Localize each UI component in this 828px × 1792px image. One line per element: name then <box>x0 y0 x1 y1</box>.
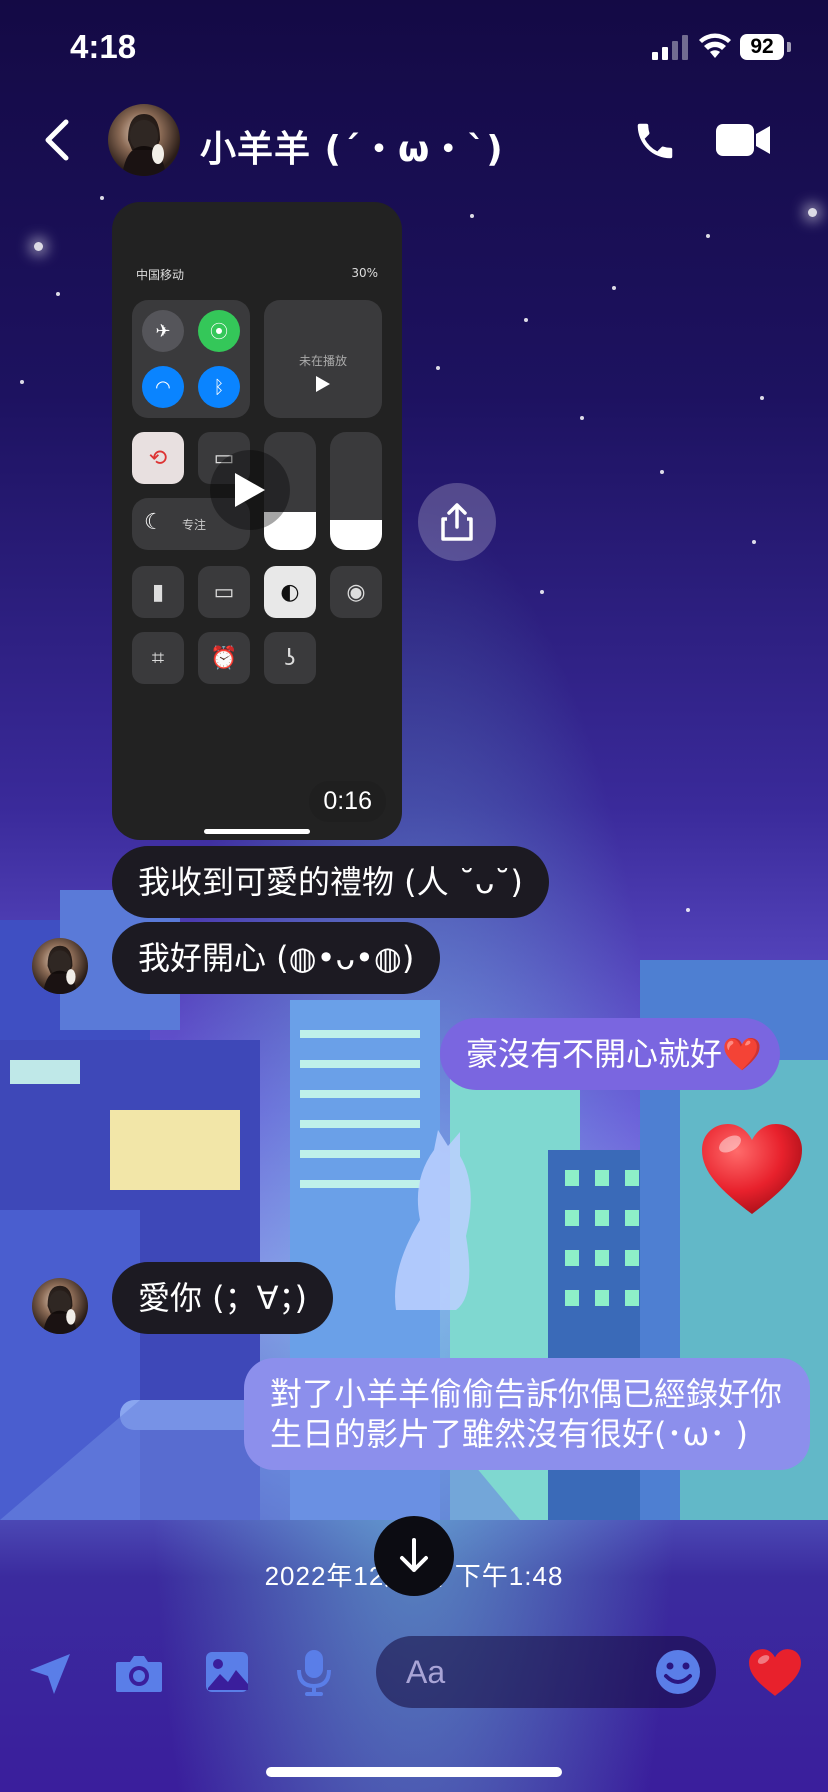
contact-avatar[interactable] <box>108 104 180 176</box>
status-time: 4:18 <box>70 28 137 65</box>
battery-tip <box>787 42 791 52</box>
back-arrow-icon[interactable] <box>42 118 72 162</box>
microphone-icon[interactable] <box>296 1648 332 1698</box>
video-duration: 0:16 <box>309 781 386 822</box>
rotation-lock-icon: ⟲ <box>132 432 184 484</box>
contact-name[interactable]: 小羊羊 (´・ω・`) <box>200 120 504 172</box>
screen-record-icon: ◉ <box>330 566 382 618</box>
gallery-image-icon[interactable] <box>204 1650 250 1694</box>
message-bubble-incoming[interactable]: 我收到可愛的禮物 (人 ˘ᴗ˘) <box>112 846 549 918</box>
avatar-photo-icon <box>122 114 166 176</box>
video-play-button[interactable] <box>210 450 290 530</box>
message-avatar <box>32 1278 88 1334</box>
play-icon <box>235 473 265 507</box>
home-indicator[interactable] <box>266 1767 562 1777</box>
low-power-icon: ▭ <box>198 566 250 618</box>
message-bubble-outgoing[interactable]: 豪沒有不開心就好❤️ <box>440 1018 780 1090</box>
arrow-down-icon <box>400 1538 428 1572</box>
cellular-signal-icon <box>652 35 688 60</box>
dark-mode-icon: ◐ <box>264 566 316 618</box>
volume-level <box>330 520 382 550</box>
cellular-data-icon: ⦿ <box>198 310 240 352</box>
flashlight-icon: ▮ <box>132 566 184 618</box>
moon-illustration <box>424 622 526 720</box>
message-text: 豪沒有不開心就好 <box>466 1035 723 1073</box>
avatar-photo-icon <box>42 1285 78 1334</box>
heart-send-icon[interactable] <box>748 1648 802 1698</box>
video-home-bar <box>204 829 310 834</box>
message-bubble-incoming[interactable]: 我好開心 (◍•ᴗ•◍) <box>112 922 441 994</box>
battery-indicator: 92 <box>740 34 784 60</box>
heart-icon <box>702 1124 802 1214</box>
moon-focus-icon: ☾ <box>144 510 164 535</box>
chat-header: 小羊羊 (´・ω・`) <box>0 100 828 180</box>
avatar-photo-icon <box>42 945 78 994</box>
focus-label: 专注 <box>182 518 207 532</box>
heart-emoji: ❤️ <box>722 1035 762 1073</box>
media-play-icon <box>316 376 330 392</box>
now-playing-label: 未在播放 <box>298 354 347 368</box>
phone-call-icon[interactable] <box>632 118 678 164</box>
scroll-to-bottom-button[interactable] <box>374 1516 454 1596</box>
hearing-icon: ʖ <box>264 632 316 684</box>
message-composer: Aa <box>0 1630 828 1730</box>
cc-status-battery: 30% <box>351 266 378 280</box>
qr-scanner-icon: ⌗ <box>132 632 184 684</box>
share-button[interactable] <box>418 483 496 561</box>
now-playing-tile: 未在播放 <box>264 300 382 418</box>
message-bubble-outgoing[interactable]: 對了小羊羊偷偷告訴你偶已經錄好你生日的影片了雖然沒有很好(･ω･ ) <box>244 1358 810 1470</box>
volume-slider <box>330 432 382 550</box>
video-call-icon[interactable] <box>716 122 770 158</box>
connectivity-tile: ✈ ⦿ ◠ ᛒ <box>132 300 250 418</box>
bluetooth-icon: ᛒ <box>198 366 240 408</box>
video-message[interactable]: 中国移动 30% ✈ ⦿ ◠ ᛒ 未在播放 ⟲ ▭ ☾ 专注 ▮ ▭ ◐ ◉ ⌗… <box>112 202 402 840</box>
message-input-placeholder: Aa <box>406 1654 446 1690</box>
share-icon <box>441 503 473 541</box>
location-arrow-icon[interactable] <box>26 1650 74 1698</box>
alarm-icon: ⏰ <box>198 632 250 684</box>
camera-icon[interactable] <box>114 1652 164 1694</box>
big-heart-reaction[interactable] <box>700 1122 804 1222</box>
emoji-smile-icon[interactable] <box>654 1648 702 1696</box>
message-avatar <box>32 938 88 994</box>
wifi-icon <box>699 33 731 58</box>
cc-status-carrier: 中国移动 <box>136 268 185 282</box>
message-bubble-incoming[interactable]: 愛你 (；∀；) <box>112 1262 334 1334</box>
wifi-toggle-icon: ◠ <box>142 366 184 408</box>
message-input[interactable]: Aa <box>376 1636 716 1708</box>
status-bar: 4:18 92 <box>0 0 828 100</box>
airplane-mode-icon: ✈ <box>142 310 184 352</box>
